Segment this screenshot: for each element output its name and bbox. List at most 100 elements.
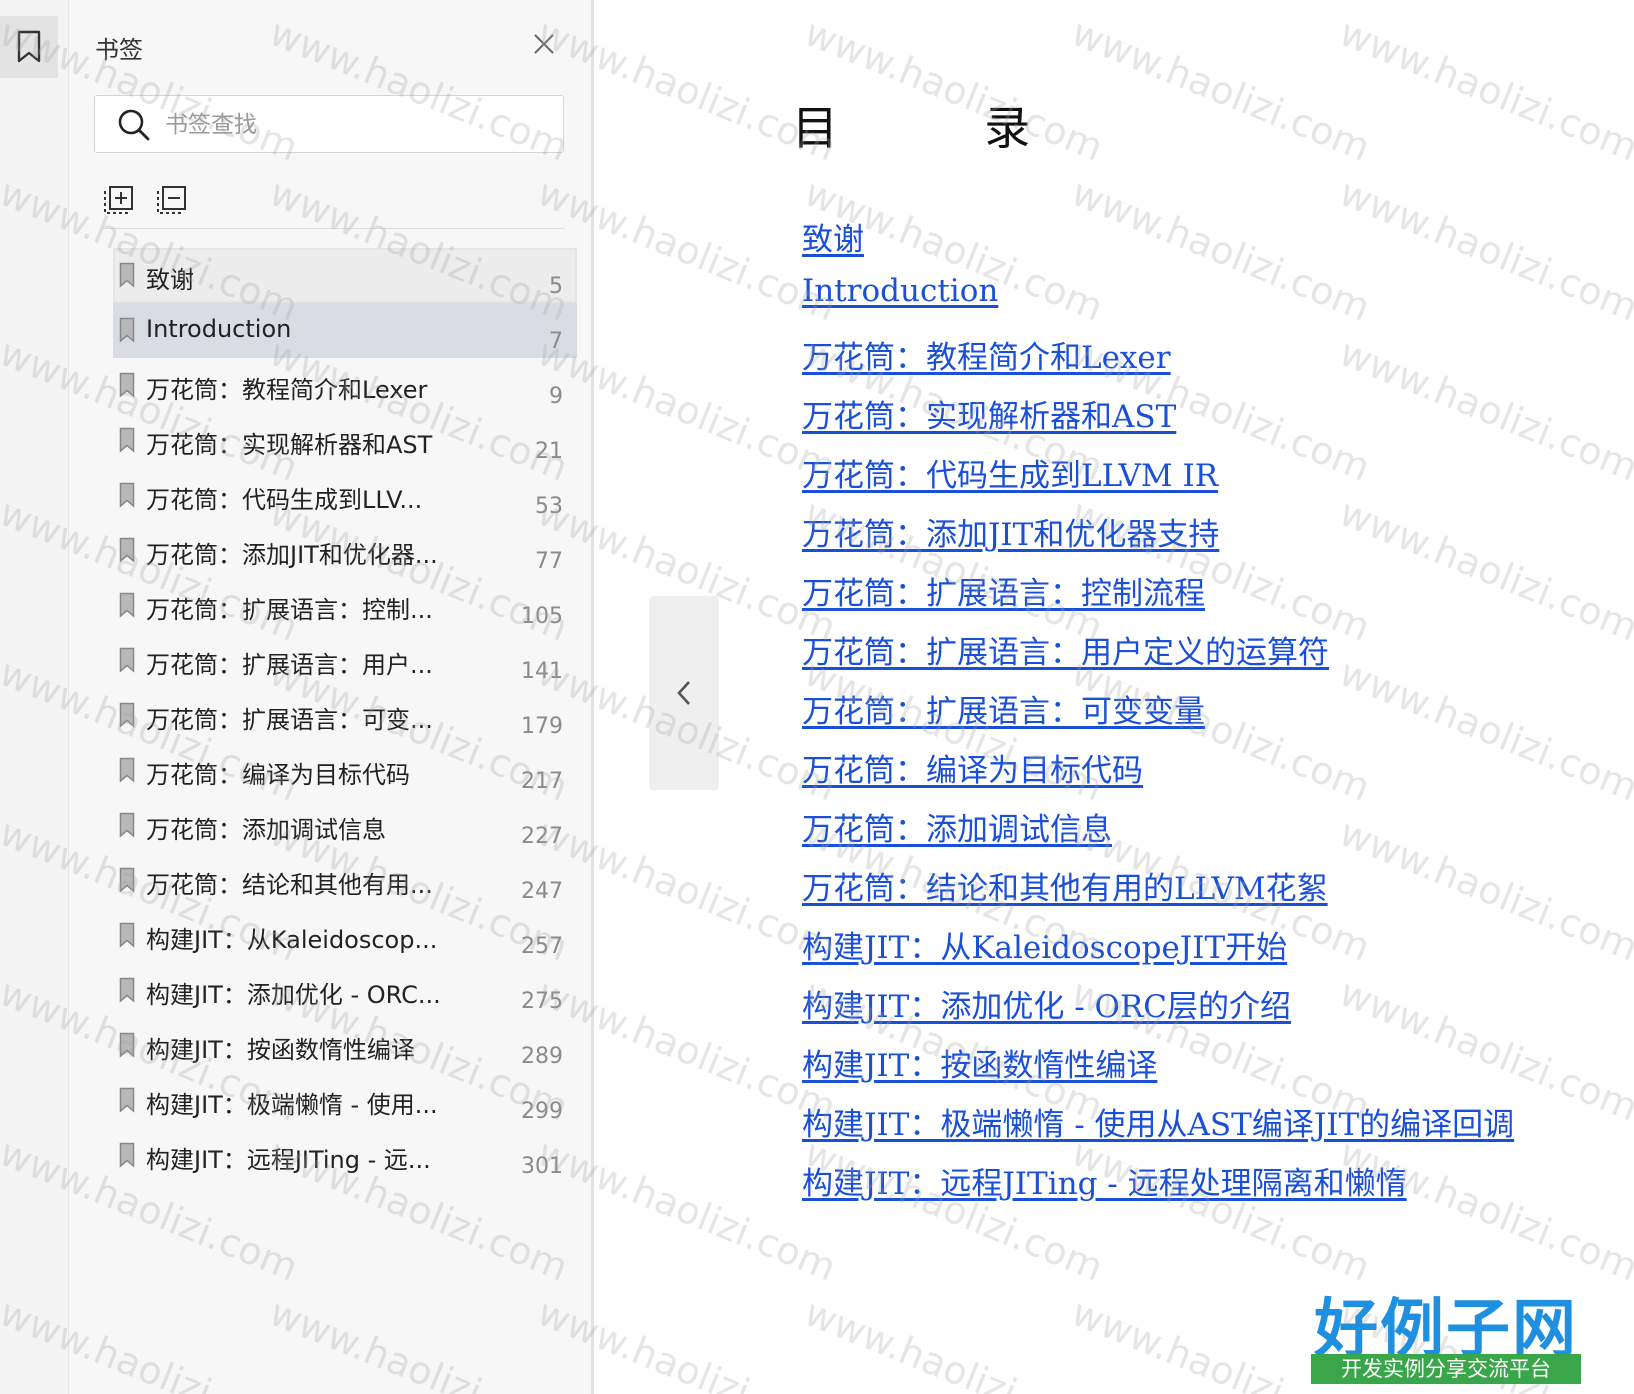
search-icon (118, 109, 150, 141)
collapse-sidebar-button[interactable] (649, 596, 719, 790)
toc-link[interactable]: 构建JIT：远程JITing - 远程处理隔离和懒惰 (802, 1166, 1407, 1202)
bookmark-label: 万花筒：扩展语言：可变... (146, 706, 433, 734)
expand-all-button[interactable] (102, 183, 136, 217)
bookmark-label: 万花筒：扩展语言：控制... (146, 596, 433, 624)
bookmark-item[interactable]: 万花筒：实现解析器和AST 21 (113, 413, 577, 468)
toc-link[interactable]: 构建JIT：添加优化 - ORC层的介绍 (802, 989, 1291, 1025)
bookmark-item[interactable]: 万花筒：扩展语言：控制... 105 (113, 578, 577, 633)
bookmark-icon (119, 702, 135, 728)
bookmark-item[interactable]: 构建JIT：极端懒惰 - 使用... 299 (113, 1073, 577, 1128)
bookmark-page-number: 21 (535, 439, 563, 464)
bookmark-item[interactable]: 构建JIT：从Kaleidoscop... 257 (113, 908, 577, 963)
bookmark-item[interactable]: 万花筒：代码生成到LLV... 53 (113, 468, 577, 523)
bookmark-page-number: 5 (549, 274, 563, 299)
chevron-left-icon (677, 681, 690, 705)
toc-entry: 万花筒：实现解析器和AST (802, 391, 1514, 450)
bookmark-page-number: 299 (521, 1099, 563, 1124)
bookmark-label: 万花筒：添加调试信息 (146, 816, 386, 844)
bookmark-item[interactable]: 构建JIT：添加优化 - ORC... 275 (113, 963, 577, 1018)
toc-entry: 构建JIT：添加优化 - ORC层的介绍 (802, 981, 1514, 1040)
toc-link[interactable]: 万花筒：编译为目标代码 (802, 753, 1143, 789)
toc-link[interactable]: 万花筒：教程简介和Lexer (802, 340, 1171, 376)
toc-entry: 万花筒：编译为目标代码 (802, 745, 1514, 804)
bookmark-label: 构建JIT：从Kaleidoscop... (146, 926, 438, 954)
toc-entry: 万花筒：扩展语言：可变变量 (802, 686, 1514, 745)
bookmark-label: 万花筒：实现解析器和AST (146, 431, 433, 459)
collapse-all-icon (157, 186, 186, 214)
bookmark-item[interactable]: 构建JIT：远程JITing - 远... 301 (113, 1128, 577, 1183)
side-rail (0, 0, 69, 1394)
bookmark-page-number: 9 (549, 384, 563, 409)
toc-link[interactable]: 构建JIT：从KaleidoscopeJIT开始 (802, 930, 1287, 966)
bookmark-label: 构建JIT：按函数惰性编译 (146, 1036, 415, 1064)
bookmark-page-number: 275 (521, 989, 563, 1014)
bookmark-item[interactable]: Introduction 7 (113, 303, 577, 358)
bookmark-item[interactable]: 构建JIT：按函数惰性编译 289 (113, 1018, 577, 1073)
bookmark-item[interactable]: 万花筒：编译为目标代码 217 (113, 743, 577, 798)
toc-entry: Introduction (802, 273, 1514, 332)
bookmark-icon (119, 757, 135, 783)
bookmark-panel: 书签 书签查找 致谢 5 Introduction 7 万花筒：教程简介和Lex… (69, 0, 594, 1394)
bookmark-icon (119, 317, 135, 343)
toc-link[interactable]: 万花筒：扩展语言：控制流程 (802, 576, 1205, 612)
bookmark-list: 致谢 5 Introduction 7 万花筒：教程简介和Lexer 9 万花筒：实现解析器… (113, 248, 577, 1183)
bookmark-item[interactable]: 万花筒：结论和其他有用... 247 (113, 853, 577, 908)
bookmark-label: 万花筒：扩展语言：用户... (146, 651, 433, 679)
bookmark-icon (119, 1087, 135, 1113)
bookmark-icon (119, 812, 135, 838)
panel-divider (105, 228, 565, 229)
bookmark-item[interactable]: 万花筒：扩展语言：可变... 179 (113, 688, 577, 743)
bookmark-page-number: 105 (521, 604, 563, 629)
toc-link[interactable]: 万花筒：结论和其他有用的LLVM花絮 (802, 871, 1328, 907)
bookmark-page-number: 7 (549, 329, 563, 354)
bookmark-item[interactable]: 万花筒：添加调试信息 227 (113, 798, 577, 853)
toc-entry: 致谢 (802, 214, 1514, 273)
toc-link[interactable]: 万花筒：代码生成到LLVM IR (802, 458, 1218, 494)
expand-all-icon (104, 186, 133, 214)
bookmark-page-number: 301 (521, 1154, 563, 1179)
toc-link[interactable]: 万花筒：扩展语言：可变变量 (802, 694, 1205, 730)
toc-link[interactable]: 致谢 (802, 222, 864, 258)
bookmark-icon (119, 977, 135, 1003)
bookmark-page-number: 53 (535, 494, 563, 519)
close-panel-button[interactable] (530, 30, 558, 58)
toc-link[interactable]: 万花筒：添加调试信息 (802, 812, 1112, 848)
bookmark-label: 万花筒：结论和其他有用... (146, 871, 433, 899)
bookmark-icon (119, 922, 135, 948)
toc-entry: 构建JIT：远程JITing - 远程处理隔离和懒惰 (802, 1158, 1514, 1217)
page-title: 目 录 (792, 101, 1031, 155)
bookmark-item[interactable]: 致谢 5 (113, 248, 577, 303)
bookmark-page-number: 77 (535, 549, 563, 574)
bookmark-page-number: 141 (521, 659, 563, 684)
bookmark-item[interactable]: 万花筒：添加JIT和优化器... 77 (113, 523, 577, 578)
bookmark-icon (119, 647, 135, 673)
bookmark-search-input[interactable] (163, 106, 547, 144)
toc-entry: 万花筒：扩展语言：用户定义的运算符 (802, 627, 1514, 686)
toc-link[interactable]: Introduction (802, 273, 998, 309)
bookmark-label: 构建JIT：极端懒惰 - 使用... (146, 1091, 438, 1119)
bookmark-icon (119, 1032, 135, 1058)
bookmark-icon (119, 262, 135, 288)
toc-link[interactable]: 万花筒：扩展语言：用户定义的运算符 (802, 635, 1329, 671)
bookmark-page-number: 179 (521, 714, 563, 739)
bookmark-label: 万花筒：代码生成到LLV... (146, 486, 423, 514)
close-icon (534, 34, 554, 54)
toc-entry: 万花筒：添加调试信息 (802, 804, 1514, 863)
bookmark-label: Introduction (146, 315, 292, 343)
pdf-reader-window: 书签 书签查找 致谢 5 Introduction 7 万花筒：教程简介和Lex… (0, 0, 1634, 1394)
toc-link[interactable]: 构建JIT：极端懒惰 - 使用从AST编译JIT的编译回调 (802, 1107, 1514, 1143)
toc-link[interactable]: 万花筒：添加JIT和优化器支持 (802, 517, 1219, 553)
toc-link[interactable]: 构建JIT：按函数惰性编译 (802, 1048, 1157, 1084)
bookmark-label: 万花筒：教程简介和Lexer (146, 376, 428, 404)
bookmark-search-box[interactable] (94, 95, 564, 153)
document-view: 目 录 致谢 Introduction 万花筒：教程简介和Lexer 万花筒：实现解析… (594, 0, 1634, 1394)
bookmark-label: 万花筒：编译为目标代码 (146, 761, 410, 789)
bookmark-item[interactable]: 万花筒：扩展语言：用户... 141 (113, 633, 577, 688)
bookmark-label: 构建JIT：远程JITing - 远... (146, 1146, 431, 1174)
toc-link[interactable]: 万花筒：实现解析器和AST (802, 399, 1176, 435)
bookmarks-toggle-button[interactable] (0, 16, 58, 78)
toc-entry: 万花筒：结论和其他有用的LLVM花絮 (802, 863, 1514, 922)
collapse-all-button[interactable] (155, 183, 189, 217)
bookmark-item[interactable]: 万花筒：教程简介和Lexer 9 (113, 358, 577, 413)
bookmark-label: 致谢 (146, 266, 194, 294)
